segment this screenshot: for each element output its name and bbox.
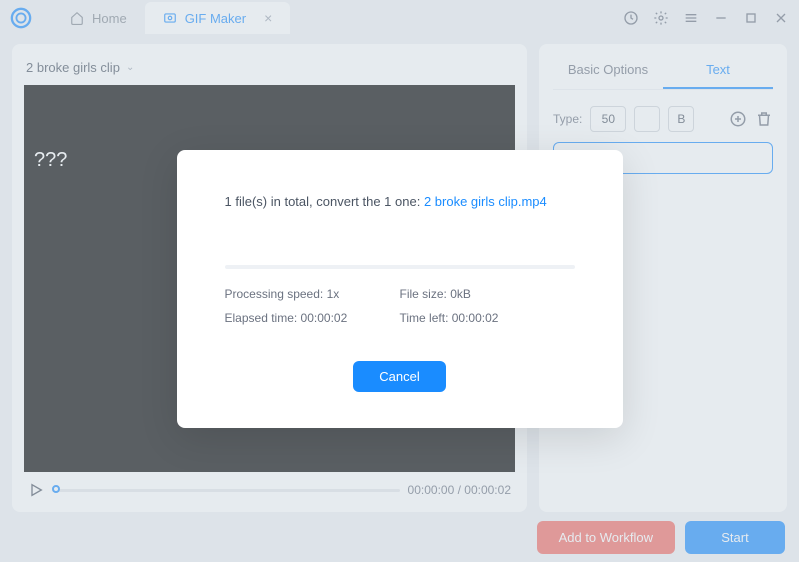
time-left: Time left: 00:00:02	[400, 311, 575, 325]
filename-link[interactable]: 2 broke girls clip.mp4	[424, 194, 547, 209]
progress-message: 1 file(s) in total, convert the 1 one: 2…	[225, 194, 575, 209]
progress-dialog: 1 file(s) in total, convert the 1 one: 2…	[177, 150, 623, 428]
cancel-button[interactable]: Cancel	[353, 361, 445, 392]
processing-speed: Processing speed: 1x	[225, 287, 400, 301]
elapsed-time: Elapsed time: 00:00:02	[225, 311, 400, 325]
file-size: File size: 0kB	[400, 287, 575, 301]
modal-overlay: 1 file(s) in total, convert the 1 one: 2…	[0, 0, 799, 562]
progress-stats: Processing speed: 1x Elapsed time: 00:00…	[225, 287, 575, 325]
progress-bar	[225, 265, 575, 269]
